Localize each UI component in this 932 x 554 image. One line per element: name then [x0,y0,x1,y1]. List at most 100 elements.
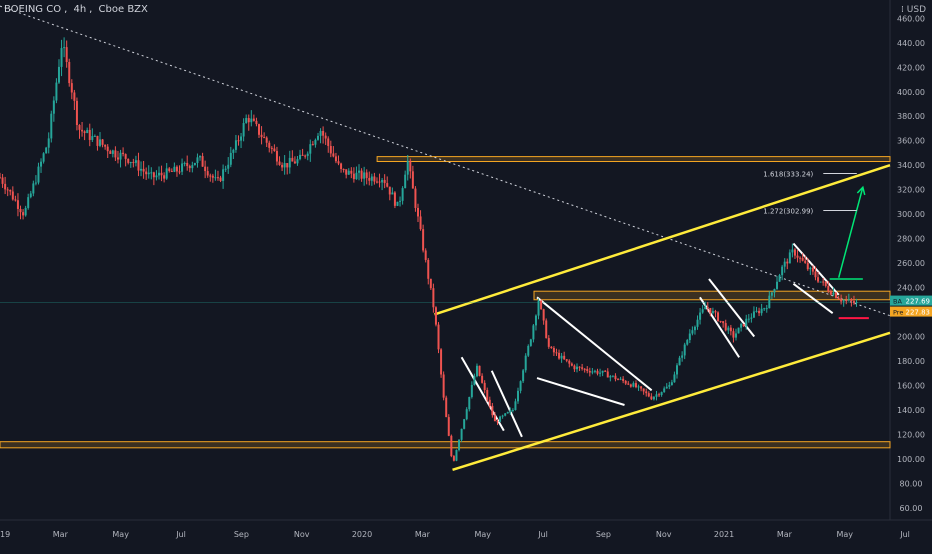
candle-body [750,317,753,319]
candle-body [686,340,689,345]
candle-body [106,146,109,152]
candle-body [196,157,199,163]
candlestick-chart[interactable]: 1.618(333.24) 1.272(302.99) 60.00 80.00 100… [0,0,932,550]
candle-body [517,390,520,402]
candle-body [152,172,155,178]
candle-body [34,182,37,184]
candle-body [699,312,702,320]
candle-body [91,136,94,140]
candle-body [827,285,830,292]
candle-body [416,207,419,217]
candle-body [509,410,512,413]
candle-body [406,160,409,175]
candle-body [511,410,514,412]
candle-body [186,162,189,166]
candle-body [781,266,784,276]
candle-body [368,177,371,181]
candle-body [96,135,99,146]
candle-body [255,120,258,125]
y-tick-label: 400.00 [897,88,925,97]
candle-body [163,175,166,179]
candle-body [227,164,230,169]
candle-body [593,370,596,372]
y-tick-label: 380.00 [897,112,925,121]
candle-body [224,168,227,170]
y-tick-label: 60.00 [900,504,923,513]
candle-body [704,307,707,310]
candle-body [563,355,566,360]
candle-body [558,352,561,359]
candle-body [501,415,504,417]
candle-body [734,333,737,338]
candle-body [114,150,117,158]
candle-body [450,435,453,457]
chart-header: BOEING CO, 4h, Cboe BZX [4,4,148,15]
candle-body [442,374,445,398]
candle-body [696,319,699,327]
candle-body [365,172,368,178]
candle-body [396,201,399,206]
candle-body [773,288,776,293]
price-tag-label: Pre [893,309,903,317]
lock-icon: ⁞ [901,5,904,15]
chart-area[interactable]: 1.618(333.24) 1.272(302.99) 60.00 80.00 100… [0,0,932,550]
y-tick-label: 160.00 [897,381,925,390]
y-tick-label: 140.00 [897,406,925,415]
candle-body [770,292,773,296]
candle-body [132,162,135,164]
candle-body [588,371,591,373]
y-tick-label: 80.00 [900,479,923,488]
candle-body [309,144,312,154]
candle-body [101,139,104,145]
candle-body [437,324,440,350]
candle-body [693,326,696,331]
candle-body [70,83,73,93]
candle-body [632,383,635,387]
candle-body [650,396,653,400]
candle-body [29,193,32,198]
y-tick-label: 340.00 [897,161,925,170]
candle-body [583,368,586,370]
candle-body [340,163,343,169]
y-tick-label: 280.00 [897,235,925,244]
candle-body [663,388,666,393]
candle-body [157,172,160,176]
x-tick-label: Sep [234,530,249,539]
candle-body [763,308,766,310]
candle-body [270,147,273,149]
x-tick-label: Mar [53,530,69,539]
candle-body [673,374,676,383]
candle-body [419,216,422,230]
candle-body [319,130,322,136]
candle-body [404,174,407,189]
candle-body [837,297,840,300]
candle-body [601,370,604,373]
candle-body [714,311,717,313]
candle-body [27,197,30,208]
candle-body [845,300,848,302]
candle-body [150,172,153,174]
candle-body [373,176,376,182]
candle-body [809,267,812,270]
candle-body [178,171,181,173]
candle-body [296,159,299,164]
candle-body [288,157,291,168]
candle-body [811,267,814,272]
candle-body [727,327,730,331]
fib-level-label: 1.272(302.99) [763,207,813,215]
candle-body [242,123,245,137]
candle-body [268,142,271,148]
candle-body [175,166,178,172]
candle-body [78,124,81,130]
candle-body [250,118,253,123]
candle-body [237,140,240,142]
candle-body [776,281,779,289]
candle-body [188,165,191,169]
candle-body [409,160,412,172]
x-tick-label: 2019 [0,530,10,539]
y-tick-label: 240.00 [897,284,925,293]
candle-body [793,249,796,256]
candle-body [57,66,60,83]
candle-body [688,333,691,341]
candle-body [60,48,63,67]
